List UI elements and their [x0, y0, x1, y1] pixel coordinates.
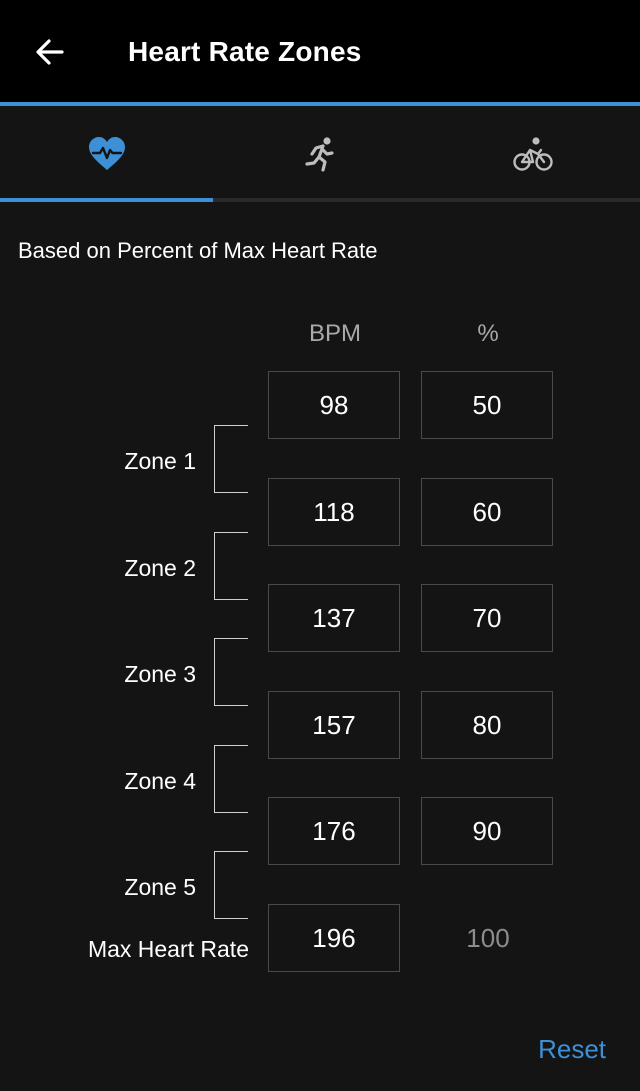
heart-icon [88, 137, 125, 170]
percent-field[interactable]: 70 [421, 584, 553, 652]
bpm-field[interactable]: 157 [268, 691, 400, 759]
bpm-column-header: BPM [308, 320, 361, 347]
zone-bracket [214, 425, 248, 493]
running-icon [304, 137, 334, 172]
bpm-field[interactable]: 98 [268, 371, 400, 439]
zone-bracket [214, 638, 248, 706]
back-button[interactable] [24, 26, 76, 78]
arrow-left-icon [36, 39, 64, 65]
zone-label: Zone 2 [124, 555, 196, 581]
cycling-icon [513, 137, 553, 171]
tab-heart-rate[interactable] [0, 106, 213, 202]
zone-label: Zone 3 [124, 661, 196, 687]
zone-label: Zone 5 [124, 874, 196, 900]
page-title: Heart Rate Zones [128, 36, 362, 67]
app-header: Heart Rate Zones [0, 0, 640, 102]
tab-running[interactable] [213, 106, 426, 202]
percent-field[interactable]: 60 [421, 478, 553, 546]
zone-basis-label: Based on Percent of Max Heart Rate [18, 238, 378, 263]
bpm-field[interactable]: 176 [268, 797, 400, 865]
percent-field[interactable]: 50 [421, 371, 553, 439]
percent-column-header: % [477, 320, 499, 347]
zone-bracket [214, 745, 248, 813]
zone-label: Zone 4 [124, 768, 196, 794]
max-percent-value: 100 [466, 922, 510, 953]
zone-bracket [214, 532, 248, 600]
heart-rate-zones-screen: Heart Rate Zones Based on Percent of Max… [0, 0, 640, 1091]
max-heart-rate-label: Max Heart Rate [87, 936, 249, 962]
tab-active-indicator [0, 198, 213, 202]
reset-button[interactable]: Reset [538, 1034, 606, 1065]
percent-field[interactable]: 90 [421, 797, 553, 865]
tab-cycling[interactable] [426, 106, 640, 202]
tab-bar [0, 106, 640, 202]
percent-field[interactable]: 80 [421, 691, 553, 759]
zone-bracket [214, 851, 248, 919]
bpm-field[interactable]: 137 [268, 584, 400, 652]
bpm-field[interactable]: 118 [268, 478, 400, 546]
max-heart-rate-field[interactable]: 196 [268, 904, 400, 972]
zone-label: Zone 1 [124, 448, 196, 474]
